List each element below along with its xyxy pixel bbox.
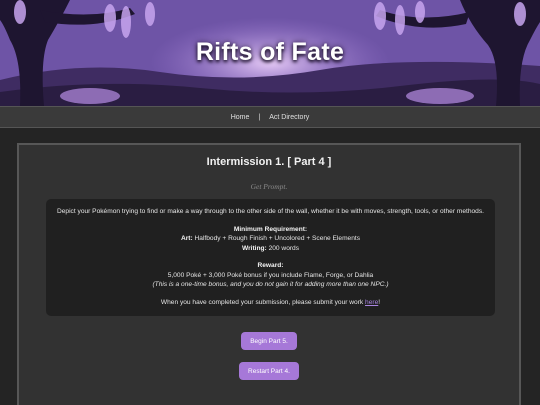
min-requirement-title: Minimum Requirement: [233, 225, 308, 233]
reward-title: Reward: [257, 262, 284, 269]
submit-text: When you have completed your submission,… [160, 298, 364, 306]
writing-value: 200 words [268, 244, 300, 252]
submit-line: When you have completed your submission,… [56, 298, 485, 308]
prompt-box: Depict your Pokémon trying to find or ma… [46, 199, 495, 316]
writing-label: Writing: [241, 244, 267, 252]
art-value: Halfbody + Rough Finish + Uncolored + Sc… [194, 235, 361, 242]
reward-value: 5,000 Poké + 3,000 Poké bonus if you inc… [167, 271, 374, 279]
nav-act-directory-link[interactable]: Act Directory [269, 114, 309, 121]
content-panel: Intermission 1. [ Part 4 ] Get Prompt. D… [17, 143, 521, 405]
nav-home-link[interactable]: Home [231, 114, 250, 121]
art-requirement: Art: Halfbody + Rough Finish + Uncolored… [56, 234, 485, 244]
prompt-text: Depict your Pokémon trying to find or ma… [57, 208, 484, 215]
writing-requirement: Writing: 200 words [56, 244, 485, 254]
art-label: Art: [180, 235, 193, 242]
restart-part-button[interactable]: Restart Part 4. [239, 362, 299, 380]
site-title: Rifts of Fate [195, 38, 345, 66]
nav-separator: | [258, 113, 261, 121]
submit-end: ! [378, 298, 381, 306]
header-banner: Rifts of Fate [0, 0, 540, 106]
begin-part-button[interactable]: Begin Part 5. [241, 332, 297, 350]
page-title: Intermission 1. [ Part 4 ] [206, 156, 332, 168]
submit-link[interactable]: here [365, 299, 378, 306]
reward-note: (This is a one-time bonus, and you do no… [152, 281, 389, 288]
top-navigation: Home | Act Directory [0, 106, 540, 128]
page-subtitle: Get Prompt. [250, 182, 288, 191]
